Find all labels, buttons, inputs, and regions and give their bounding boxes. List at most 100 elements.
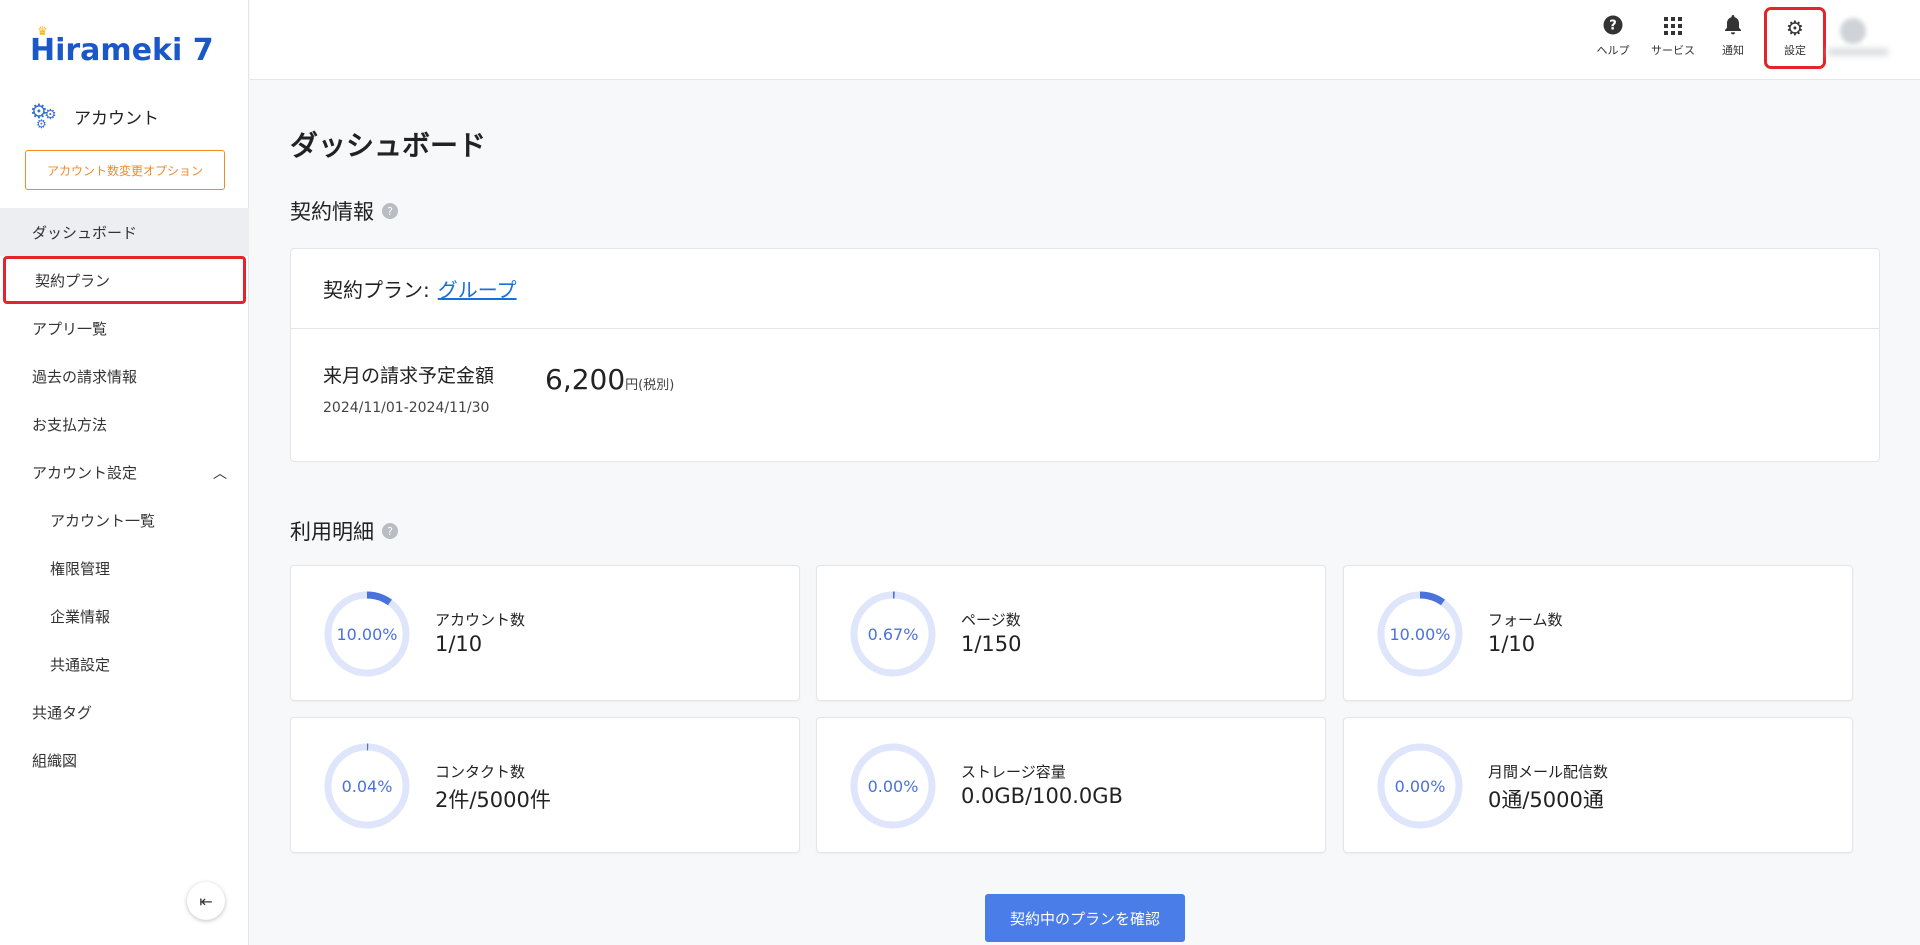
progress-ring: 10.00%: [323, 590, 411, 678]
sidebar-item-company-info[interactable]: 企業情報: [0, 592, 249, 640]
account-section-header: ⚙ ⚙ ⚙ アカウント: [30, 99, 159, 133]
ring-percent: 0.00%: [1394, 776, 1446, 796]
billing-amount-unit: 円(税別): [625, 378, 675, 393]
stat-value: 1/150: [961, 632, 1022, 656]
top-header: ? ヘルプ サービス 通知 ⚙ 設定: [250, 0, 1920, 80]
ring-percent: 10.00%: [1389, 624, 1451, 644]
notifications-label: 通知: [1722, 44, 1744, 57]
settings-label: 設定: [1784, 44, 1806, 57]
ring-percent: 10.00%: [336, 624, 398, 644]
account-count-option-button[interactable]: アカウント数変更オプション: [25, 150, 225, 190]
page-title: ダッシュボード: [290, 129, 487, 162]
plan-label: 契約プラン:: [323, 278, 430, 302]
bell-icon: [1724, 14, 1742, 42]
sidebar-item-label: 権限管理: [50, 559, 111, 578]
sidebar-nav: ダッシュボード 契約プラン アプリ一覧 過去の請求情報 お支払方法 アカウント設…: [0, 208, 249, 784]
sidebar-item-common-tags[interactable]: 共通タグ: [0, 688, 249, 736]
contract-card: 契約プラン: グループ 来月の請求予定金額 2024/11/01-2024/11…: [290, 248, 1880, 462]
sidebar-item-label: 企業情報: [50, 607, 111, 626]
sidebar-item-payment-method[interactable]: お支払方法: [0, 400, 249, 448]
sidebar-item-label: アカウント設定: [32, 463, 138, 482]
billing-label: 来月の請求予定金額: [323, 365, 495, 387]
sidebar: ♛ Hirameki 7 ⚙ ⚙ ⚙ アカウント アカウント数変更オプション ダ…: [0, 0, 249, 945]
sidebar-item-account-settings[interactable]: アカウント設定 ︿: [0, 448, 249, 496]
notifications-button[interactable]: 通知: [1708, 14, 1758, 64]
stat-card-monthly-mail: 0.00% 月間メール配信数 0通/5000通: [1343, 717, 1853, 853]
contract-section-title: 契約情報 ?: [290, 196, 398, 226]
billing-info: 来月の請求予定金額 2024/11/01-2024/11/30: [323, 361, 494, 416]
settings-button[interactable]: ⚙ 設定: [1764, 7, 1826, 69]
sidebar-item-account-list[interactable]: アカウント一覧: [0, 496, 249, 544]
stat-name: フォーム数: [1488, 611, 1563, 629]
stat-name: 月間メール配信数: [1488, 763, 1609, 781]
stat-name: アカウント数: [435, 611, 526, 629]
sidebar-item-common-settings[interactable]: 共通設定: [0, 640, 249, 688]
services-label: サービス: [1651, 44, 1695, 57]
help-button[interactable]: ? ヘルプ: [1588, 14, 1638, 64]
progress-ring: 0.67%: [849, 590, 937, 678]
stat-card-forms: 10.00% フォーム数 1/10: [1343, 565, 1853, 701]
sidebar-item-label: アプリ一覧: [32, 319, 108, 338]
sidebar-item-label: お支払方法: [32, 415, 108, 434]
sidebar-item-app-list[interactable]: アプリ一覧: [0, 304, 249, 352]
gears-icon: ⚙ ⚙ ⚙: [30, 99, 57, 131]
sidebar-item-label: アカウント一覧: [50, 511, 156, 530]
stat-value: 0.0GB/100.0GB: [961, 784, 1123, 808]
stat-name: ページ数: [961, 611, 1021, 629]
sidebar-item-label: 共通設定: [50, 655, 111, 674]
collapse-sidebar-button[interactable]: ⇤: [187, 882, 225, 920]
usage-section-title: 利用明細 ?: [290, 516, 398, 546]
sidebar-item-label: 契約プラン: [35, 271, 111, 290]
services-button[interactable]: サービス: [1648, 14, 1698, 64]
logo[interactable]: ♛ Hirameki 7: [30, 24, 214, 70]
stat-value: 1/10: [435, 632, 483, 656]
stat-value: 2件/5000件: [435, 788, 551, 812]
sidebar-item-permissions[interactable]: 権限管理: [0, 544, 249, 592]
chevron-up-icon[interactable]: ︿: [213, 463, 227, 483]
billing-amount: 6,200円(税別): [545, 363, 674, 396]
usage-section-label: 利用明細: [290, 520, 374, 544]
sidebar-item-org-chart[interactable]: 組織図: [0, 736, 249, 784]
help-icon[interactable]: ?: [382, 203, 398, 219]
ring-percent: 0.00%: [867, 776, 919, 796]
stat-value: 0通/5000通: [1488, 788, 1604, 812]
avatar[interactable]: [1840, 18, 1866, 44]
plan-link[interactable]: グループ: [438, 274, 517, 303]
stat-card-storage: 0.00% ストレージ容量 0.0GB/100.0GB: [816, 717, 1326, 853]
sidebar-item-dashboard[interactable]: ダッシュボード: [0, 208, 249, 256]
confirm-plan-button[interactable]: 契約中のプランを確認: [985, 894, 1185, 942]
progress-ring: 0.00%: [849, 742, 937, 830]
grid-icon: [1664, 14, 1682, 42]
plan-row: 契約プラン: グループ: [291, 249, 1879, 329]
contract-section-label: 契約情報: [290, 200, 374, 224]
billing-period: 2024/11/01-2024/11/30: [323, 400, 490, 416]
account-section-title: アカウント: [74, 108, 159, 129]
ring-percent: 0.04%: [341, 776, 393, 796]
crown-icon: ♛: [37, 24, 48, 38]
billing-amount-value: 6,200: [545, 363, 626, 396]
stat-card-pages: 0.67% ページ数 1/150: [816, 565, 1326, 701]
stat-value: 1/10: [1488, 632, 1536, 656]
svg-text:?: ?: [1609, 19, 1617, 34]
progress-ring: 0.00%: [1376, 742, 1464, 830]
help-icon: ?: [1603, 14, 1623, 42]
ring-percent: 0.67%: [867, 624, 919, 644]
sidebar-item-billing-history[interactable]: 過去の請求情報: [0, 352, 249, 400]
user-name-blurred[interactable]: [1828, 48, 1888, 56]
main-content: ダッシュボード 契約情報 ? 契約プラン: グループ 来月の請求予定金額 202…: [250, 80, 1920, 945]
stat-card-contacts: 0.04% コンタクト数 2件/5000件: [290, 717, 800, 853]
progress-ring: 0.04%: [323, 742, 411, 830]
sidebar-item-label: 過去の請求情報: [32, 367, 138, 386]
help-icon[interactable]: ?: [382, 523, 398, 539]
gear-icon: ⚙: [1786, 16, 1804, 40]
sidebar-item-label: ダッシュボード: [32, 223, 138, 242]
logo-text: Hirameki 7: [30, 32, 214, 68]
stat-name: コンタクト数: [435, 763, 526, 781]
sidebar-item-contract-plan[interactable]: 契約プラン: [3, 256, 246, 304]
progress-ring: 10.00%: [1376, 590, 1464, 678]
collapse-left-icon: ⇤: [199, 891, 213, 911]
help-label: ヘルプ: [1596, 44, 1630, 57]
sidebar-item-label: 組織図: [32, 751, 78, 770]
stat-card-accounts: 10.00% アカウント数 1/10: [290, 565, 800, 701]
stat-name: ストレージ容量: [961, 763, 1066, 781]
